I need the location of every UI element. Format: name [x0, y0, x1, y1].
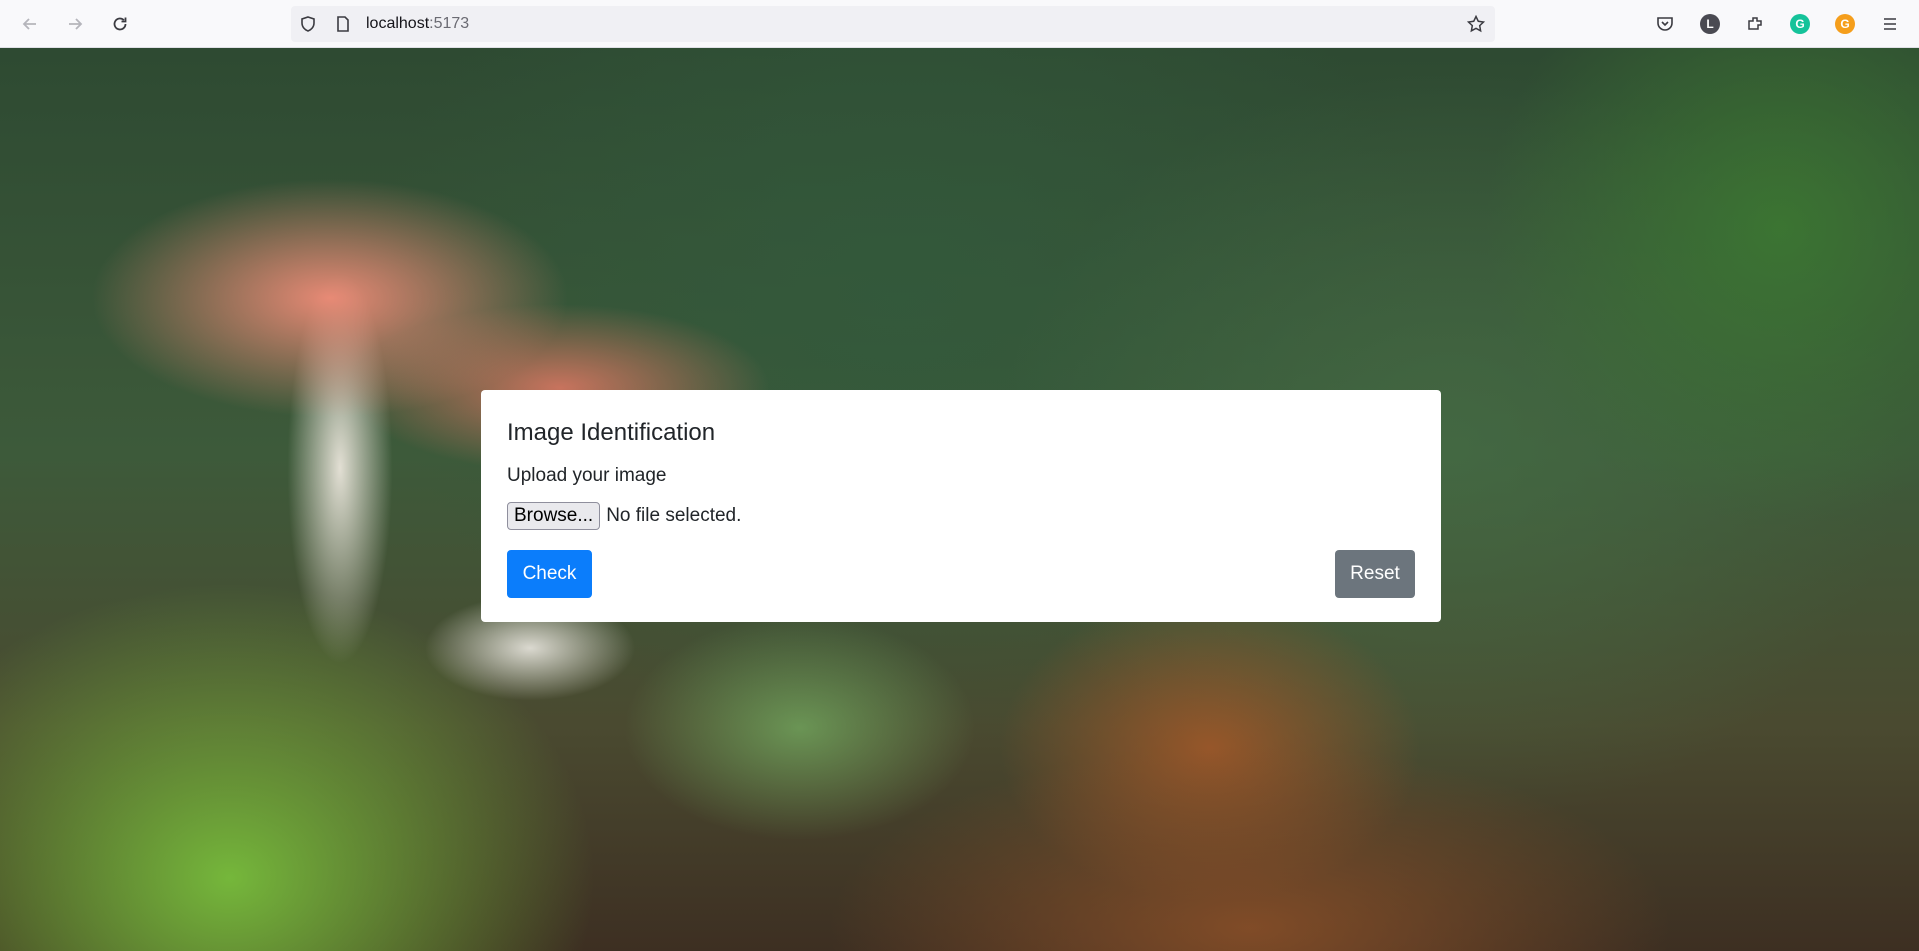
arrow-right-icon [69, 18, 83, 30]
extensions-icon[interactable] [1744, 13, 1766, 35]
grammarly-icon[interactable]: G [1789, 13, 1811, 35]
file-input[interactable]: Browse... No file selected. [507, 502, 741, 530]
upload-label: Upload your image [507, 465, 667, 486]
shield-icon[interactable] [299, 15, 317, 33]
menu-icon[interactable] [1879, 13, 1901, 35]
page-background: Image Identification Upload your image B… [0, 48, 1919, 951]
page-icon [334, 15, 352, 33]
url-bar[interactable]: localhost:5173 [291, 6, 1495, 42]
account-avatar[interactable]: L [1699, 13, 1721, 35]
file-status: No file selected. [606, 505, 742, 526]
extension-g-icon[interactable]: G [1834, 13, 1856, 35]
url-text: localhost:5173 [366, 15, 470, 32]
identification-card: Image Identification Upload your image B… [481, 390, 1441, 622]
reset-button[interactable]: Reset [1335, 550, 1415, 598]
bookmark-star-icon[interactable] [1466, 14, 1486, 33]
reload-icon [113, 17, 127, 31]
arrow-left-icon [22, 18, 36, 30]
reload-button[interactable] [106, 10, 134, 38]
browser-toolbar: localhost:5173 L G G [0, 0, 1919, 48]
back-button[interactable] [16, 10, 44, 38]
check-button[interactable]: Check [507, 550, 592, 598]
card-title: Image Identification [507, 419, 716, 446]
forward-button[interactable] [61, 10, 89, 38]
pocket-icon[interactable] [1654, 13, 1676, 35]
browse-button[interactable]: Browse... [507, 502, 601, 530]
